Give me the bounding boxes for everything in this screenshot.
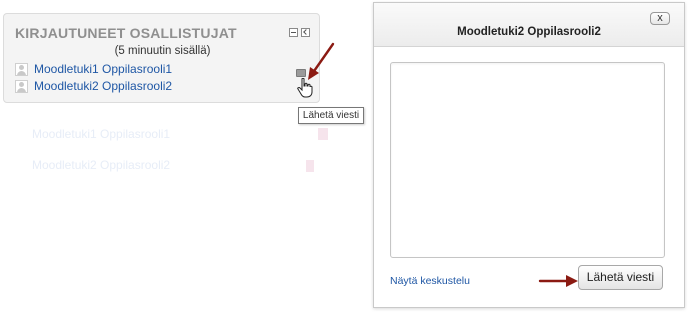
arrow-annotation-icon (538, 275, 578, 287)
avatar (15, 79, 28, 93)
arrow-annotation-icon (308, 42, 335, 80)
ghost-user-text: Moodletuki1 Oppilasrooli1 (32, 127, 171, 141)
dock-icon[interactable] (301, 28, 310, 37)
ghost-user-text: Moodletuki2 Oppilasrooli2 (32, 158, 171, 172)
tooltip: Lähetä viesti (298, 107, 364, 124)
show-conversation-link[interactable]: Näytä keskustelu (390, 275, 470, 287)
message-dialog: Moodletuki2 Oppilasrooli2 x Näytä keskus… (373, 2, 685, 308)
block-title: KIRJAUTUNEET OSALLISTUJAT (15, 25, 237, 41)
minimize-icon[interactable] (289, 28, 298, 37)
send-message-button[interactable]: Lähetä viesti (578, 265, 663, 290)
close-button[interactable]: x (650, 12, 670, 25)
block-subtitle: (5 minuutin sisällä) (114, 45, 211, 57)
dialog-title: Moodletuki2 Oppilasrooli2 (457, 26, 601, 38)
user-link[interactable]: Moodletuki2 Oppilasrooli2 (34, 79, 172, 93)
block-controls (289, 28, 310, 37)
user-link[interactable]: Moodletuki1 Oppilasrooli1 (34, 62, 172, 76)
online-users-block: KIRJAUTUNEET OSALLISTUJAT (5 minuutin si… (3, 13, 320, 103)
message-textarea[interactable] (390, 62, 665, 258)
ghost-mark (318, 128, 328, 140)
user-list-item: Moodletuki1 Oppilasrooli1 (15, 62, 172, 76)
user-list-item: Moodletuki2 Oppilasrooli2 (15, 79, 172, 93)
ghost-mark (306, 160, 314, 172)
dialog-header: Moodletuki2 Oppilasrooli2 x (374, 3, 684, 47)
avatar (15, 62, 28, 76)
